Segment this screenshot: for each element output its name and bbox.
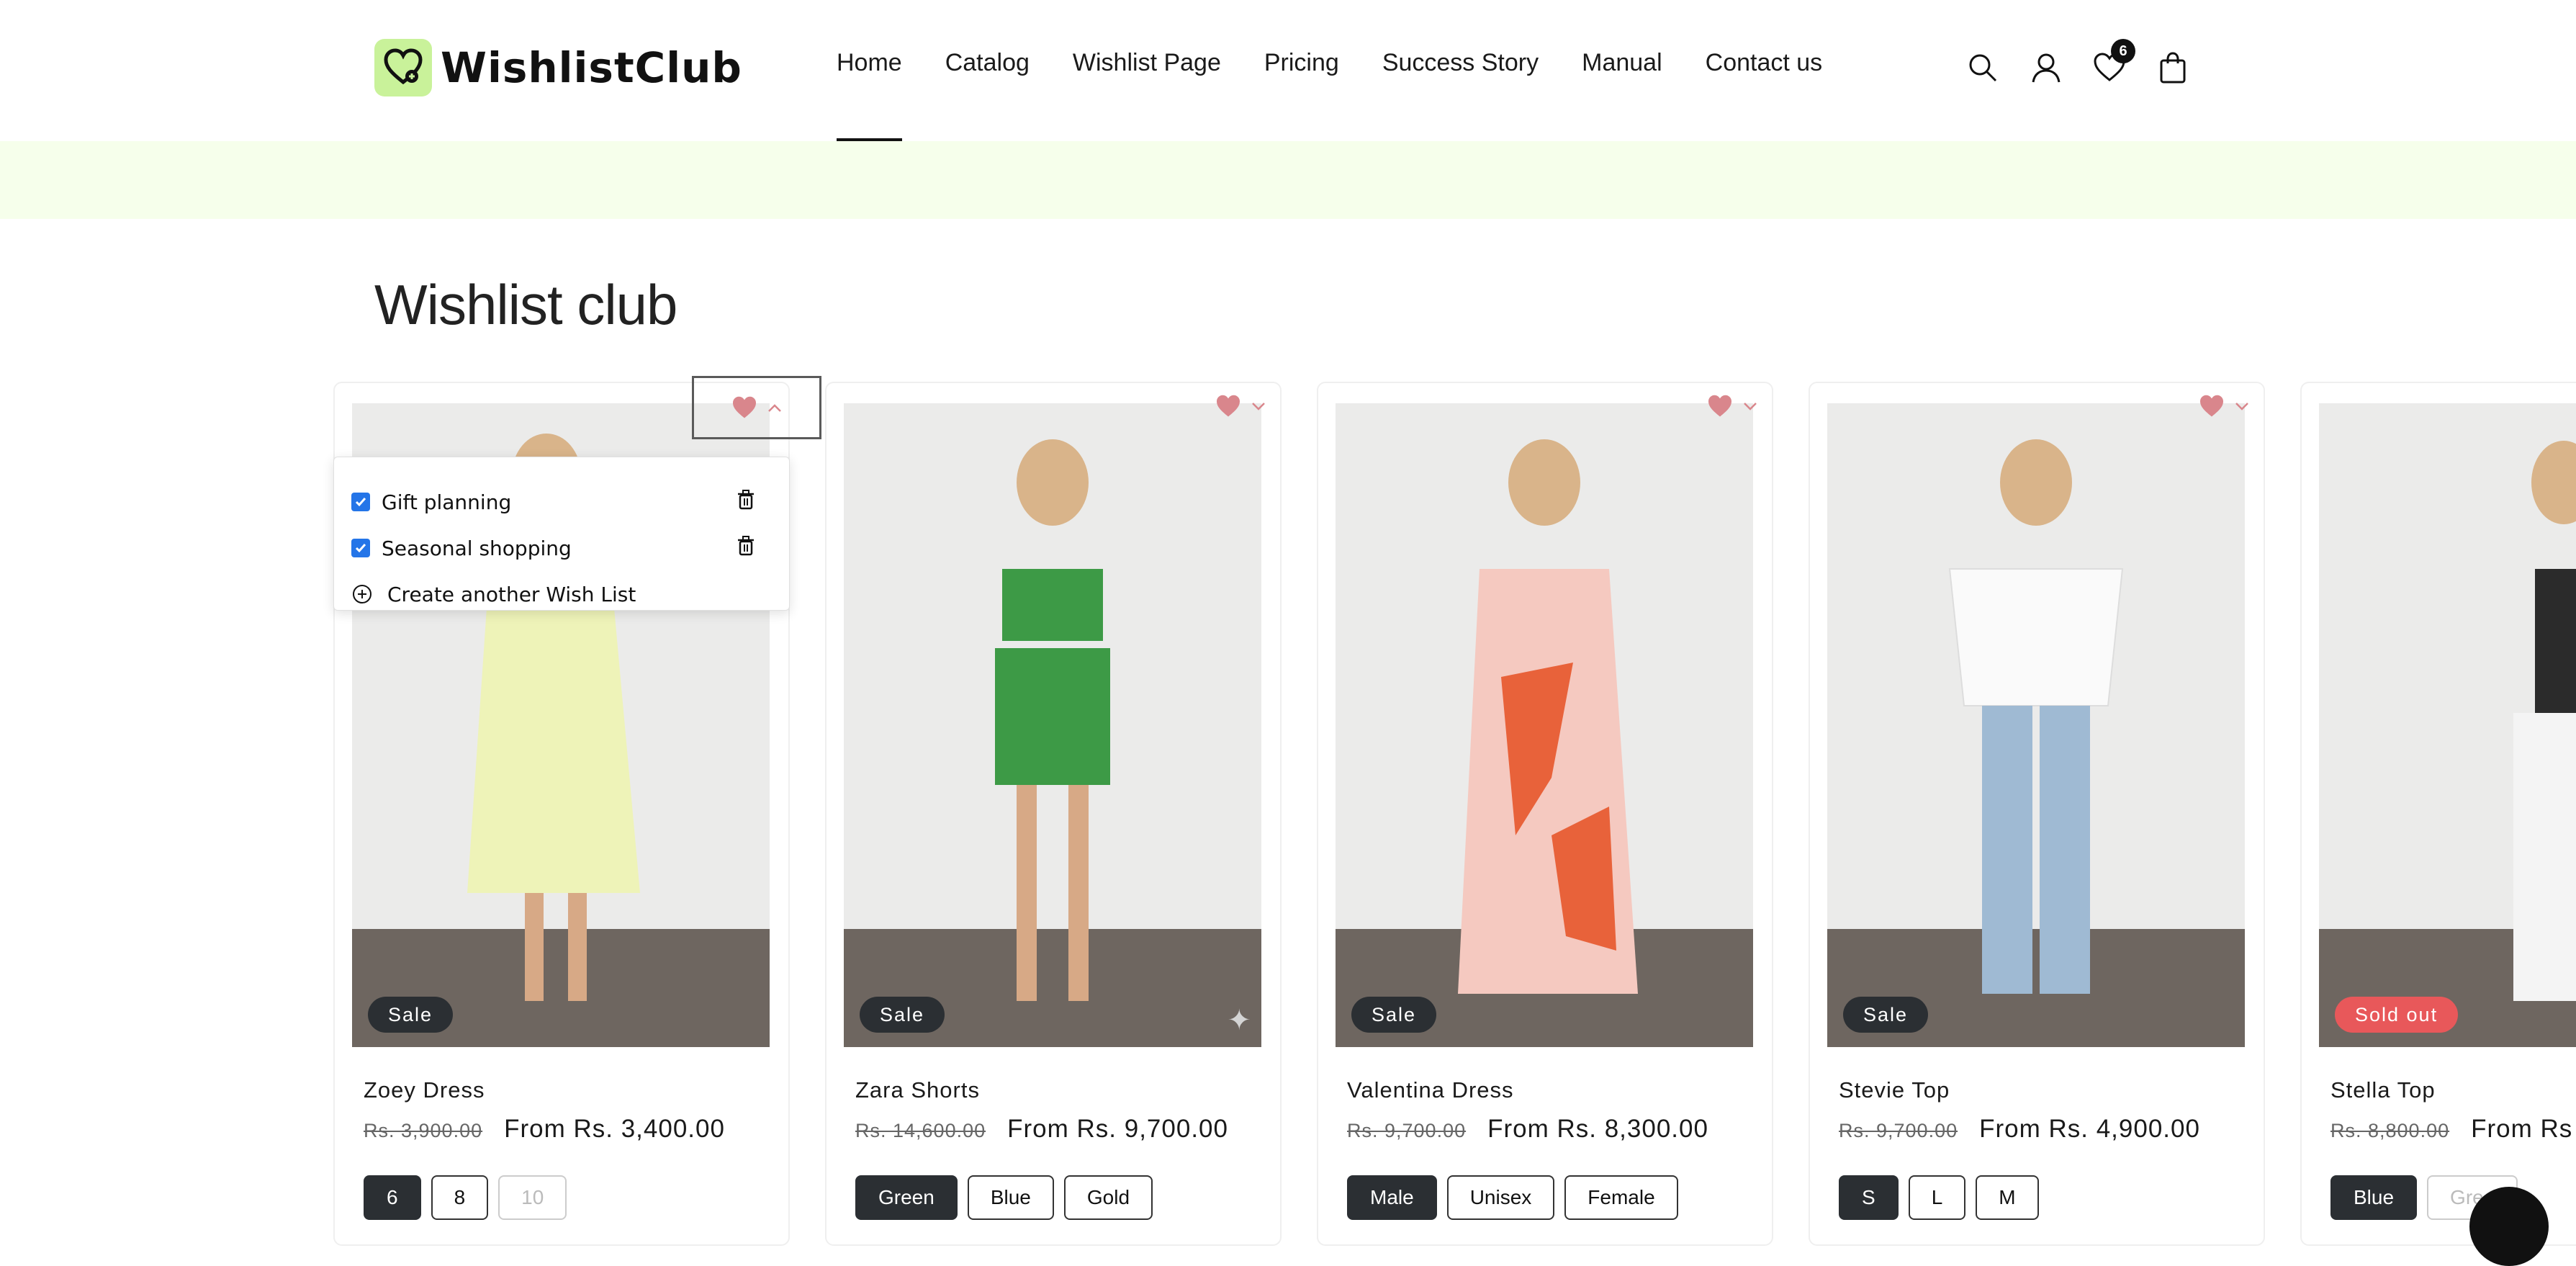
chevron-down-icon	[1744, 403, 1757, 410]
product-price: Rs. 14,600.00 From Rs. 9,700.00	[855, 1115, 1228, 1144]
sold-out-badge: Sold out	[2335, 997, 2459, 1033]
wishlist-option-label: Gift planning	[382, 490, 512, 514]
variant-options: S L M	[1839, 1175, 2039, 1220]
product-price: Rs. 8,800.00 From Rs	[2330, 1115, 2572, 1144]
logo[interactable]: WishlistClub	[374, 39, 742, 96]
wishlist-count-badge: 6	[2111, 39, 2135, 63]
logo-text: WishlistClub	[441, 43, 742, 92]
heart-icon	[1708, 395, 1731, 417]
nav-manual[interactable]: Manual	[1582, 49, 1662, 77]
sale-price: From Rs. 3,400.00	[504, 1115, 725, 1143]
logo-heart-icon	[374, 39, 432, 96]
product-image[interactable]: Sale	[1827, 403, 2245, 1047]
variant-option[interactable]: Female	[1564, 1175, 1678, 1220]
site-header: WishlistClub Home Catalog Wishlist Page …	[0, 0, 2576, 141]
variant-option[interactable]: L	[1908, 1175, 1966, 1220]
create-wishlist-button[interactable]: Create another Wish List	[351, 580, 636, 609]
variant-options: Green Blue Gold	[855, 1175, 1153, 1220]
section-title: Wishlist club	[374, 273, 677, 336]
heart-icon	[2200, 395, 2223, 417]
checkbox[interactable]	[351, 539, 370, 557]
sale-badge: Sale	[1843, 997, 1929, 1033]
sale-price: From Rs. 9,700.00	[1007, 1115, 1228, 1143]
variant-option[interactable]: Green	[855, 1175, 958, 1220]
product-price: Rs. 9,700.00 From Rs. 4,900.00	[1839, 1115, 2200, 1144]
variant-option[interactable]: 8	[431, 1175, 489, 1220]
product-title[interactable]: Zoey Dress	[364, 1077, 485, 1103]
product-card[interactable]: Sold out Stella Top Rs. 8,800.00 From Rs…	[2300, 382, 2576, 1246]
product-price: Rs. 9,700.00 From Rs. 8,300.00	[1347, 1115, 1708, 1144]
wishlist-toggle-button[interactable]	[2199, 395, 2249, 418]
wishlist-option[interactable]: Gift planning	[351, 488, 773, 516]
announcement-banner	[0, 141, 2576, 219]
plus-circle-icon	[351, 583, 373, 605]
nav-contact-us[interactable]: Contact us	[1706, 49, 1823, 77]
nav-success-story[interactable]: Success Story	[1382, 49, 1539, 77]
heart-icon	[733, 396, 756, 418]
wishlist-toggle-button[interactable]	[1215, 395, 1266, 418]
wishlist-heart-icon[interactable]: 6	[2088, 39, 2135, 89]
trash-icon[interactable]	[737, 535, 755, 561]
product-title[interactable]: Valentina Dress	[1347, 1077, 1514, 1103]
product-title[interactable]: Stevie Top	[1839, 1077, 1950, 1103]
product-card[interactable]: Sale Valentina Dress Rs. 9,700.00 From R…	[1317, 382, 1773, 1246]
sale-price: From Rs. 8,300.00	[1487, 1115, 1708, 1143]
account-icon[interactable]	[2025, 46, 2068, 89]
header-icons: 6	[1961, 39, 2215, 89]
variant-option[interactable]: Male	[1347, 1175, 1437, 1220]
sale-badge: Sale	[368, 997, 454, 1033]
trash-icon[interactable]	[737, 489, 755, 515]
nav-wishlist-page[interactable]: Wishlist Page	[1073, 49, 1221, 77]
product-price: Rs. 3,900.00 From Rs. 3,400.00	[364, 1115, 725, 1144]
sale-badge: Sale	[860, 997, 945, 1033]
compare-at-price: Rs. 14,600.00	[855, 1120, 986, 1141]
sparkle-icon: ✦	[1227, 1005, 1251, 1036]
create-wishlist-label: Create another Wish List	[387, 582, 636, 606]
sale-badge: Sale	[1351, 997, 1437, 1033]
variant-option[interactable]: 6	[364, 1175, 421, 1220]
compare-at-price: Rs. 9,700.00	[1347, 1120, 1467, 1141]
chat-widget-button[interactable]	[2469, 1187, 2549, 1266]
product-card[interactable]: Sale ✦ Zara Shorts Rs. 14,600.00 From Rs…	[825, 382, 1282, 1246]
variant-options: 6 8 10	[364, 1175, 567, 1220]
variant-option[interactable]: Gold	[1063, 1175, 1153, 1220]
nav-home[interactable]: Home	[837, 49, 902, 141]
product-title[interactable]: Zara Shorts	[855, 1077, 980, 1103]
compare-at-price: Rs. 8,800.00	[2330, 1120, 2450, 1141]
wishlist-option-label: Seasonal shopping	[382, 536, 572, 560]
chevron-up-icon	[768, 404, 781, 412]
wishlist-toggle-button[interactable]	[692, 376, 821, 439]
product-image[interactable]: Sale	[1336, 403, 1753, 1047]
variant-options: Male Unisex Female	[1347, 1175, 1678, 1220]
chevron-down-icon	[2235, 403, 2248, 410]
variant-option[interactable]: 10	[498, 1175, 567, 1220]
chevron-down-icon	[1252, 403, 1265, 410]
wishlist-option[interactable]: Seasonal shopping	[351, 534, 773, 562]
compare-at-price: Rs. 9,700.00	[1839, 1120, 1958, 1141]
wishlist-dropdown: Gift planning Seasonal shopping Create a…	[333, 457, 790, 611]
main-nav: Home Catalog Wishlist Page Pricing Succe…	[837, 49, 1823, 141]
variant-option[interactable]: Blue	[967, 1175, 1054, 1220]
search-icon[interactable]	[1961, 46, 2004, 89]
compare-at-price: Rs. 3,900.00	[364, 1120, 483, 1141]
variant-option[interactable]: S	[1839, 1175, 1899, 1220]
wishlist-toggle-button[interactable]	[1707, 395, 1757, 418]
product-image[interactable]: Sold out	[2319, 403, 2576, 1047]
product-title[interactable]: Stella Top	[2330, 1077, 2436, 1103]
variant-option[interactable]: Unisex	[1446, 1175, 1555, 1220]
heart-icon	[1217, 395, 1240, 417]
nav-pricing[interactable]: Pricing	[1264, 49, 1339, 77]
sale-price: From Rs	[2471, 1115, 2573, 1143]
cart-bag-icon[interactable]	[2151, 46, 2194, 89]
variant-option[interactable]: M	[1976, 1175, 2039, 1220]
product-image[interactable]: Sale ✦	[844, 403, 1261, 1047]
nav-catalog[interactable]: Catalog	[945, 49, 1030, 77]
checkbox[interactable]	[351, 493, 370, 511]
product-card[interactable]: Sale Stevie Top Rs. 9,700.00 From Rs. 4,…	[1809, 382, 2265, 1246]
sale-price: From Rs. 4,900.00	[1979, 1115, 2200, 1143]
variant-option[interactable]: Blue	[2330, 1175, 2418, 1220]
